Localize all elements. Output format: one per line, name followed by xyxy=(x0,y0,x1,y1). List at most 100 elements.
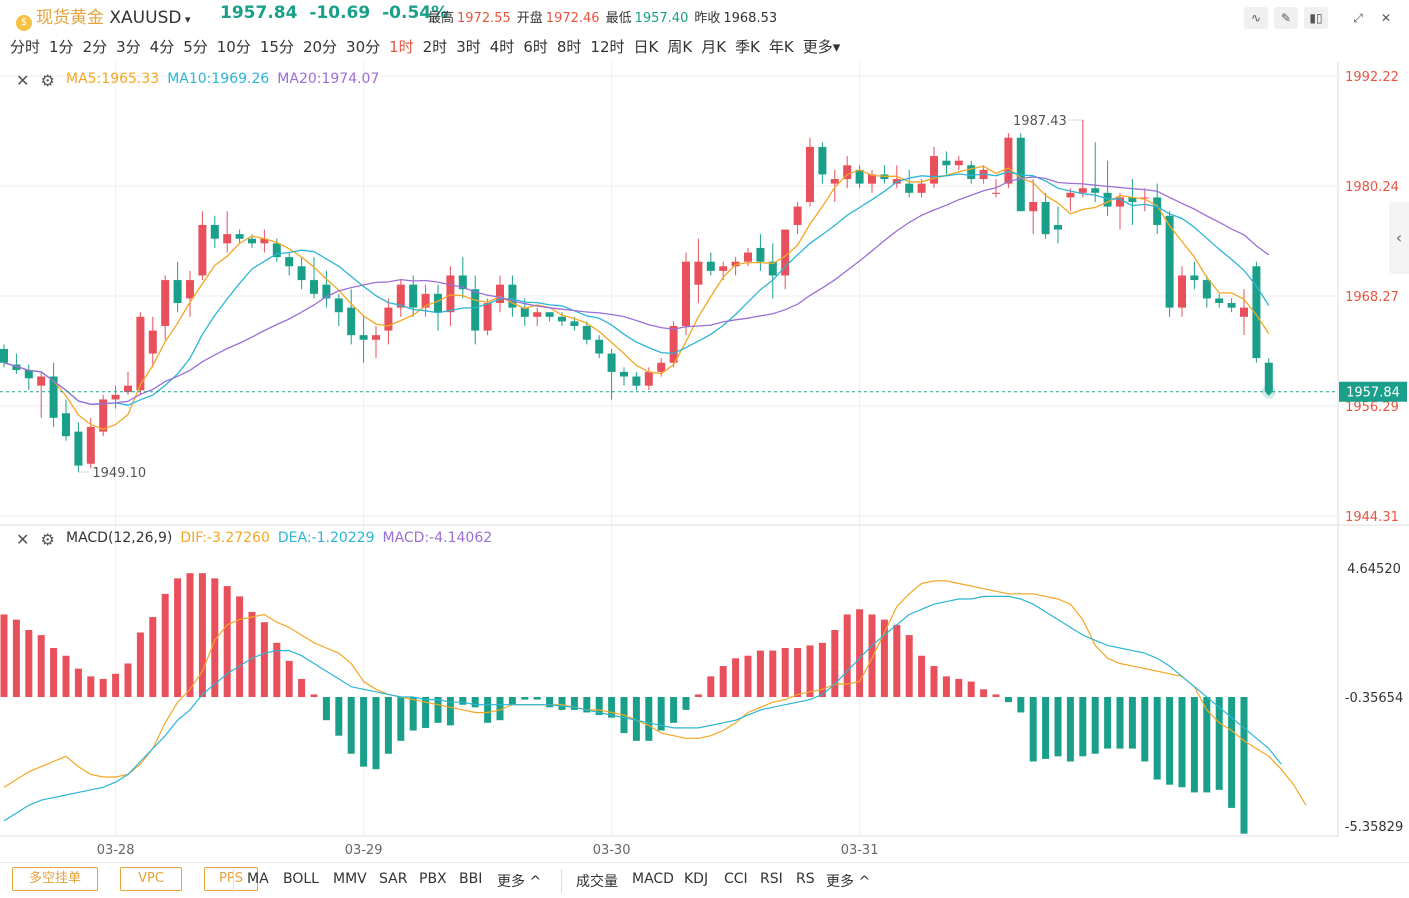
sub-indicator[interactable]: CCI xyxy=(724,871,748,887)
candle-body xyxy=(545,312,554,317)
main-indicator[interactable]: SAR xyxy=(379,871,407,887)
candle-body xyxy=(471,289,480,331)
main-indicator[interactable]: MMV xyxy=(333,871,367,887)
interval-tab[interactable]: 1分 xyxy=(49,38,74,56)
candle-body xyxy=(669,325,678,363)
main-indicator[interactable]: MA xyxy=(247,871,269,887)
main-indicator[interactable]: PBX xyxy=(419,871,447,887)
fullscreen-icon[interactable]: ⤢ xyxy=(1346,7,1370,29)
interval-tab[interactable]: 20分 xyxy=(303,38,337,56)
candle-body xyxy=(124,385,132,393)
candle-body xyxy=(235,234,244,239)
interval-tab[interactable]: 分时 xyxy=(10,38,40,56)
interval-tab[interactable]: 季K xyxy=(735,38,760,56)
y-tick-label: 1992.22 xyxy=(1345,70,1399,85)
interval-tab[interactable]: 年K xyxy=(769,38,794,56)
sub-indicator[interactable]: RSI xyxy=(760,871,783,887)
candle-body xyxy=(148,330,157,354)
candle-body xyxy=(409,284,418,308)
interval-tab[interactable]: 8时 xyxy=(557,38,582,56)
settings-icon[interactable]: ⚙ xyxy=(41,71,55,90)
candlestick-icon[interactable]: ▮▯ xyxy=(1304,7,1328,29)
candle-body xyxy=(620,371,628,377)
stat-value: 1968.53 xyxy=(723,11,778,26)
close-icon[interactable]: ✕ xyxy=(1374,7,1398,29)
ma-legend-item: MA10:1969.26 xyxy=(167,71,270,87)
interval-tab[interactable]: 30分 xyxy=(346,38,380,56)
sub-indicator[interactable]: 更多 ^ xyxy=(826,871,870,891)
instrument-name: 现货黄金 xyxy=(36,8,104,28)
y-tick-label: 1944.31 xyxy=(1345,510,1399,525)
interval-tab[interactable]: 月K xyxy=(701,38,726,56)
main-indicator[interactable]: BOLL xyxy=(283,871,319,887)
candle-body xyxy=(967,165,976,180)
macd-settings-icon[interactable]: ⚙ xyxy=(41,530,55,549)
stat-label: 开盘 xyxy=(516,11,543,26)
interval-tab[interactable]: 6时 xyxy=(523,38,548,56)
main-indicator[interactable]: 更多 ^ xyxy=(497,871,541,891)
candle-body xyxy=(1066,192,1075,198)
interval-tab[interactable]: 10分 xyxy=(217,38,251,56)
draw-icon[interactable]: ✎ xyxy=(1274,7,1298,29)
candle-body xyxy=(1215,298,1224,304)
close-panel-icon[interactable]: ✕ xyxy=(16,71,29,90)
close-macd-icon[interactable]: ✕ xyxy=(16,530,29,549)
interval-tab[interactable]: 12时 xyxy=(590,38,624,56)
footer-button[interactable]: 多空挂单 xyxy=(12,867,98,891)
macd-bar xyxy=(471,696,479,708)
macd-bar xyxy=(484,696,492,723)
macd-bar xyxy=(744,655,752,697)
main-indicator[interactable]: BBI xyxy=(459,871,482,887)
symbol-dropdown-icon[interactable]: ▾ xyxy=(181,13,191,26)
macd-bar xyxy=(124,663,132,697)
macd-bar xyxy=(335,696,343,736)
candle-body xyxy=(954,160,963,166)
line-chart-icon[interactable]: ∿ xyxy=(1244,7,1268,29)
candle-body xyxy=(558,316,566,322)
candle-body xyxy=(595,339,604,354)
macd-bar xyxy=(980,689,988,697)
interval-tab[interactable]: 4时 xyxy=(490,38,515,56)
sub-indicator[interactable]: KDJ xyxy=(684,871,708,887)
candle-body xyxy=(210,224,219,239)
interval-tab[interactable]: 更多▾ xyxy=(803,38,841,56)
candle-body xyxy=(756,247,765,262)
macd-legend-item: MACD:-4.14062 xyxy=(382,530,493,546)
macd-bar xyxy=(732,658,740,697)
instrument-title: $ 现货黄金 XAUUSD ▾ xyxy=(16,3,190,31)
sub-indicator[interactable]: RS xyxy=(796,871,815,887)
macd-bar xyxy=(769,650,777,697)
interval-tab[interactable]: 15分 xyxy=(260,38,294,56)
instrument-symbol[interactable]: XAUUSD xyxy=(109,8,181,28)
interval-tab[interactable]: 2时 xyxy=(423,38,448,56)
macd-bar xyxy=(856,609,864,697)
candle-body xyxy=(917,183,926,193)
candle-body xyxy=(310,280,318,294)
sub-indicator[interactable]: 成交量 xyxy=(576,871,618,891)
side-panel-toggle[interactable]: ‹ xyxy=(1389,202,1409,274)
macd-bar xyxy=(967,681,975,697)
macd-bar xyxy=(1228,696,1236,808)
chart-canvas[interactable]: 03-28 03-29 03-30 03-31 1992.22 1980.24 1968.2… xyxy=(0,62,1409,862)
interval-tab[interactable]: 3分 xyxy=(116,38,141,56)
macd-y-tick-label: -0.35654 xyxy=(1345,691,1403,706)
sub-indicator[interactable]: MACD xyxy=(632,871,674,887)
macd-bar xyxy=(397,696,405,741)
interval-tab[interactable]: 周K xyxy=(667,38,692,56)
y-tick-label: 1980.24 xyxy=(1345,180,1399,195)
interval-tab[interactable]: 1时 xyxy=(389,38,414,56)
candle-body xyxy=(186,280,194,299)
price-change: -10.69 xyxy=(309,3,371,23)
interval-tab[interactable]: 4分 xyxy=(150,38,175,56)
interval-tab[interactable]: 5分 xyxy=(183,38,208,56)
main-panel-controls: ✕ ⚙ xyxy=(16,71,55,90)
footer-button[interactable]: VPC xyxy=(120,867,182,891)
candle-body xyxy=(806,146,814,203)
candle-body xyxy=(62,413,70,437)
macd-bar xyxy=(1178,696,1186,788)
interval-tab[interactable]: 日K xyxy=(634,38,659,56)
interval-tab[interactable]: 3时 xyxy=(456,38,481,56)
candle-body xyxy=(372,335,380,340)
macd-bar xyxy=(1128,696,1136,749)
interval-tab[interactable]: 2分 xyxy=(83,38,108,56)
